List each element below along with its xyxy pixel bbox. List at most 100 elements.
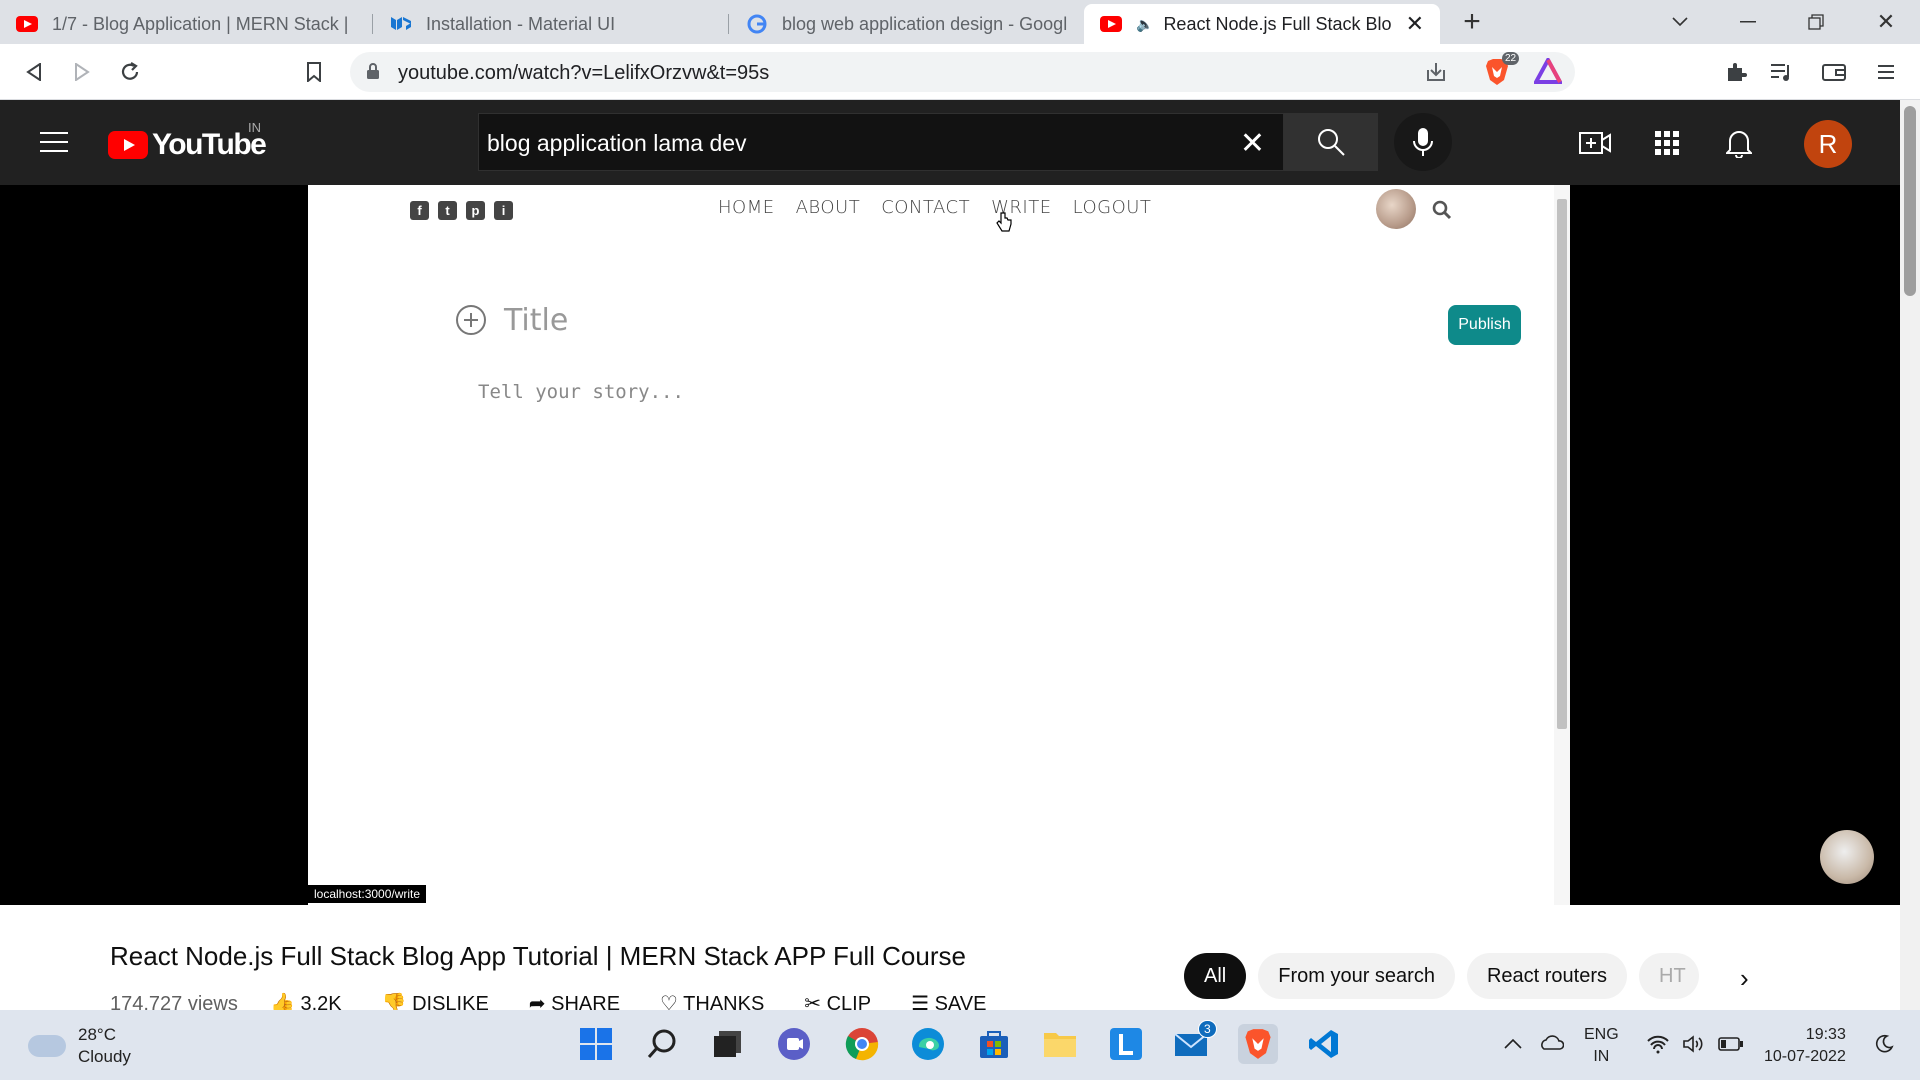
file-explorer-icon[interactable] xyxy=(1040,1024,1080,1064)
bookmark-icon[interactable] xyxy=(296,54,332,90)
new-tab-button[interactable]: + xyxy=(1448,4,1496,40)
mui-icon xyxy=(390,13,412,35)
mail-badge: 3 xyxy=(1198,1020,1217,1038)
weather-condition: Cloudy xyxy=(78,1047,131,1066)
user-avatar[interactable]: R xyxy=(1804,120,1852,168)
nav-logout[interactable]: LOGOUT xyxy=(1073,197,1152,218)
profile-avatar[interactable] xyxy=(1376,189,1416,229)
close-window-button[interactable]: ✕ xyxy=(1862,4,1910,40)
hamburger-menu-icon[interactable] xyxy=(40,132,68,152)
teams-chat-icon[interactable] xyxy=(774,1024,814,1064)
tab-search-chevron-icon[interactable] xyxy=(1656,4,1704,40)
browser-tab-active[interactable]: 🔈 React Node.js Full Stack Blog A ✕ xyxy=(1084,4,1440,44)
windows-taskbar: 28°C Cloudy 3 ENG IN 19:33 10-07-2022 xyxy=(0,1010,1920,1080)
brave-rewards-icon[interactable] xyxy=(1532,55,1564,89)
search-box[interactable]: blog application lama dev ✕ xyxy=(478,113,1284,171)
blog-scrollbar[interactable] xyxy=(1554,185,1570,905)
battery-icon[interactable] xyxy=(1718,1036,1744,1057)
browser-tab-strip: 1/7 - Blog Application | MERN Stack | F … xyxy=(0,0,1920,44)
chevron-right-icon[interactable]: › xyxy=(1740,963,1749,994)
wallet-icon[interactable] xyxy=(1816,54,1852,90)
instagram-icon: i xyxy=(494,201,513,220)
hand-cursor-icon xyxy=(996,212,1012,232)
apps-grid-icon[interactable] xyxy=(1650,126,1684,160)
volume-icon[interactable] xyxy=(1682,1034,1706,1059)
brave-shields-icon[interactable]: 22 xyxy=(1484,52,1520,88)
language-indicator[interactable]: ENG IN xyxy=(1584,1024,1619,1068)
chrome-icon[interactable] xyxy=(842,1024,882,1064)
search-icon[interactable] xyxy=(642,1024,682,1064)
notifications-bell-icon[interactable] xyxy=(1722,126,1756,160)
search-icon[interactable] xyxy=(1431,199,1453,221)
create-video-icon[interactable] xyxy=(1578,126,1612,160)
browser-tab[interactable]: 1/7 - Blog Application | MERN Stack | F xyxy=(0,4,370,44)
thanks-button[interactable]: ♡ THANKS xyxy=(660,991,764,1010)
video-actions: 👍 3.2K 👎 DISLIKE ➦ SHARE ♡ THANKS ✂ CLIP… xyxy=(270,991,986,1010)
vscode-icon[interactable] xyxy=(1304,1024,1344,1064)
view-count: 174,727 views xyxy=(110,993,238,1010)
browser-tab[interactable]: Installation - Material UI xyxy=(374,4,734,44)
clear-search-icon[interactable]: ✕ xyxy=(1240,126,1265,161)
title-input[interactable]: Title xyxy=(504,303,568,338)
reload-icon[interactable] xyxy=(112,54,148,90)
clock[interactable]: 19:33 10-07-2022 xyxy=(1764,1024,1846,1068)
share-button[interactable]: ➦ SHARE xyxy=(529,991,620,1010)
brave-taskbar-icon[interactable] xyxy=(1238,1024,1278,1064)
focus-assist-moon-icon[interactable] xyxy=(1874,1034,1894,1059)
shields-count-badge: 22 xyxy=(1502,52,1520,65)
media-playlist-icon[interactable] xyxy=(1764,54,1800,90)
add-image-icon[interactable] xyxy=(456,305,486,335)
url-text: youtube.com/watch?v=LelifxOrzvw&t=95s xyxy=(398,62,770,84)
microphone-icon xyxy=(1413,128,1433,156)
youtube-header: YouTube IN blog application lama dev ✕ R xyxy=(0,100,1920,185)
onedrive-icon[interactable] xyxy=(1538,1034,1565,1055)
blog-write-page: f t p i HOME ABOUT CONTACT WRITE LOGOUT … xyxy=(308,185,1570,905)
weather-widget[interactable]: 28°C Cloudy xyxy=(28,1024,131,1068)
page-scrollbar[interactable] xyxy=(1900,100,1920,1010)
chip-react-routers[interactable]: React routers xyxy=(1466,953,1628,999)
browser-tab[interactable]: blog web application design - Google xyxy=(730,4,1084,44)
chip-from-your-search[interactable]: From your search xyxy=(1258,953,1455,999)
microsoft-store-icon[interactable] xyxy=(974,1024,1014,1064)
link-status-bar: localhost:3000/write xyxy=(308,885,427,903)
youtube-logo[interactable]: YouTube IN xyxy=(108,120,267,162)
save-button[interactable]: ☰ SAVE xyxy=(911,991,986,1010)
chip-all[interactable]: All xyxy=(1184,953,1247,999)
windows-start-icon[interactable] xyxy=(576,1024,616,1064)
filter-chips: All From your search React routers HT xyxy=(1184,953,1700,999)
close-tab-icon[interactable]: ✕ xyxy=(1406,11,1424,37)
mail-icon[interactable]: 3 xyxy=(1172,1020,1217,1064)
address-bar[interactable]: youtube.com/watch?v=LelifxOrzvw&t=95s xyxy=(350,52,1575,92)
publish-button[interactable]: Publish xyxy=(1448,305,1521,345)
dislike-button[interactable]: 👎 DISLIKE xyxy=(382,991,489,1010)
install-app-icon[interactable] xyxy=(1424,60,1448,89)
youtube-play-icon xyxy=(108,131,148,159)
l-app-icon[interactable] xyxy=(1106,1024,1146,1064)
voice-search-button[interactable] xyxy=(1394,113,1452,171)
chevron-up-icon[interactable] xyxy=(1504,1036,1522,1054)
video-info: React Node.js Full Stack Blog App Tutori… xyxy=(0,905,1900,1010)
task-view-icon[interactable] xyxy=(708,1024,748,1064)
search-input[interactable]: blog application lama dev xyxy=(487,130,747,157)
like-button[interactable]: 👍 3.2K xyxy=(270,991,342,1010)
facebook-icon: f xyxy=(410,201,429,220)
nav-about[interactable]: ABOUT xyxy=(796,197,861,218)
search-icon xyxy=(1318,129,1345,156)
back-icon[interactable] xyxy=(16,54,52,90)
wifi-icon[interactable] xyxy=(1646,1034,1670,1059)
chip-html[interactable]: HT xyxy=(1639,953,1700,999)
reaction-emoji-icon xyxy=(1820,830,1874,884)
extensions-icon[interactable] xyxy=(1718,54,1754,90)
search-button[interactable] xyxy=(1284,113,1378,171)
nav-home[interactable]: HOME xyxy=(718,197,775,218)
edge-icon[interactable] xyxy=(908,1024,948,1064)
temperature: 28°C xyxy=(78,1025,116,1044)
clip-button[interactable]: ✂ CLIP xyxy=(804,991,871,1010)
restore-button[interactable] xyxy=(1792,4,1840,40)
story-textarea[interactable]: Tell your story... xyxy=(478,381,684,403)
forward-icon[interactable] xyxy=(64,54,100,90)
menu-icon[interactable] xyxy=(1868,54,1904,90)
minimize-button[interactable] xyxy=(1724,4,1772,40)
google-icon xyxy=(746,13,768,35)
nav-contact[interactable]: CONTACT xyxy=(881,197,970,218)
